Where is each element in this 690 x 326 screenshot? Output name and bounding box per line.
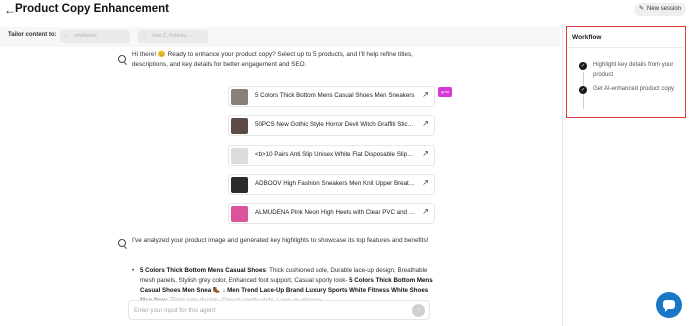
bullet-dot: •	[132, 267, 135, 274]
workflow-step-label: Highlight key details from your product	[593, 62, 674, 78]
product-name: <b>10 Pairs Anti Slip Unisex White Flat …	[255, 151, 415, 158]
workflow-title: Workflow	[572, 34, 602, 41]
tailor-option-store[interactable]: ○ smallstore	[60, 30, 130, 43]
workflow-divider	[567, 47, 684, 48]
product-card[interactable]: 50PCS New Gothic Style Horror Devil Witc…	[228, 115, 435, 136]
page-title: Product Copy Enhancement	[15, 3, 169, 15]
agent-greeting: Hi there! 😊 Ready to enhance your produc…	[132, 51, 413, 68]
product-thumbnail	[231, 118, 248, 134]
panel-divider	[562, 24, 563, 326]
bullet-title: 5 Colors Thick Bottom Mens Casual Shoes	[140, 267, 266, 274]
check-icon: ✓	[579, 86, 587, 94]
external-link-icon[interactable]: ↗	[422, 178, 429, 187]
store-icon: ○	[64, 33, 68, 39]
tailor-bar: Tailor content to: ○ smallstore ○ Gen Z,…	[0, 27, 560, 47]
workflow-step-label: Get AI-enhanced product copy	[593, 86, 675, 92]
product-card[interactable]: ALMUDENA Pink Neon High Heels with Clear…	[228, 203, 435, 224]
product-name: 50PCS New Gothic Style Horror Devil Witc…	[255, 121, 415, 128]
external-link-icon[interactable]: ↗	[422, 90, 429, 99]
agent-input-box: ↑	[128, 300, 430, 320]
arrow-up-icon: ↑	[416, 307, 421, 314]
agent-analysis-intro: I've analyzed your product image and gen…	[132, 237, 429, 244]
agent-avatar-icon	[118, 55, 126, 63]
user-avatar-badge: gma	[438, 87, 452, 97]
people-icon: ○	[142, 33, 146, 39]
agent-avatar-icon	[118, 239, 126, 247]
external-link-icon[interactable]: ↗	[422, 119, 429, 128]
product-name: ALMUDENA Pink Neon High Heels with Clear…	[255, 209, 415, 216]
tailor-option-label: smallstore	[74, 33, 97, 39]
product-thumbnail	[231, 89, 248, 105]
send-button[interactable]: ↑	[412, 304, 425, 317]
tailor-option-label: Gen Z, Parents, ...	[152, 33, 193, 39]
chat-bubble-icon	[663, 300, 675, 312]
product-name: 5 Colors Thick Bottom Mens Casual Shoes …	[255, 92, 415, 99]
new-session-label: New session	[646, 6, 681, 12]
product-card[interactable]: ADBOOV High Fashion Sneakers Men Knit Up…	[228, 174, 435, 195]
tailor-option-audience[interactable]: ○ Gen Z, Parents, ...	[138, 30, 208, 43]
product-thumbnail	[231, 206, 248, 222]
new-session-button[interactable]: ✎ New session	[633, 3, 686, 16]
agent-input[interactable]	[134, 305, 404, 316]
tailor-label: Tailor content to:	[8, 32, 57, 38]
chat-plus-icon: ✎	[638, 6, 644, 12]
product-card[interactable]: 5 Colors Thick Bottom Mens Casual Shoes …	[228, 86, 435, 107]
check-icon: ✓	[579, 62, 587, 70]
external-link-icon[interactable]: ↗	[422, 149, 429, 158]
external-link-icon[interactable]: ↗	[422, 207, 429, 216]
product-thumbnail	[231, 177, 248, 193]
product-thumbnail	[231, 148, 248, 164]
product-card[interactable]: <b>10 Pairs Anti Slip Unisex White Flat …	[228, 145, 435, 166]
workflow-panel: Workflow ✓ Highlight key details from yo…	[566, 26, 686, 118]
support-chat-button[interactable]	[656, 292, 682, 318]
header: ← Product Copy Enhancement ✎ New session	[0, 0, 690, 22]
product-name: ADBOOV High Fashion Sneakers Men Knit Up…	[255, 180, 415, 187]
